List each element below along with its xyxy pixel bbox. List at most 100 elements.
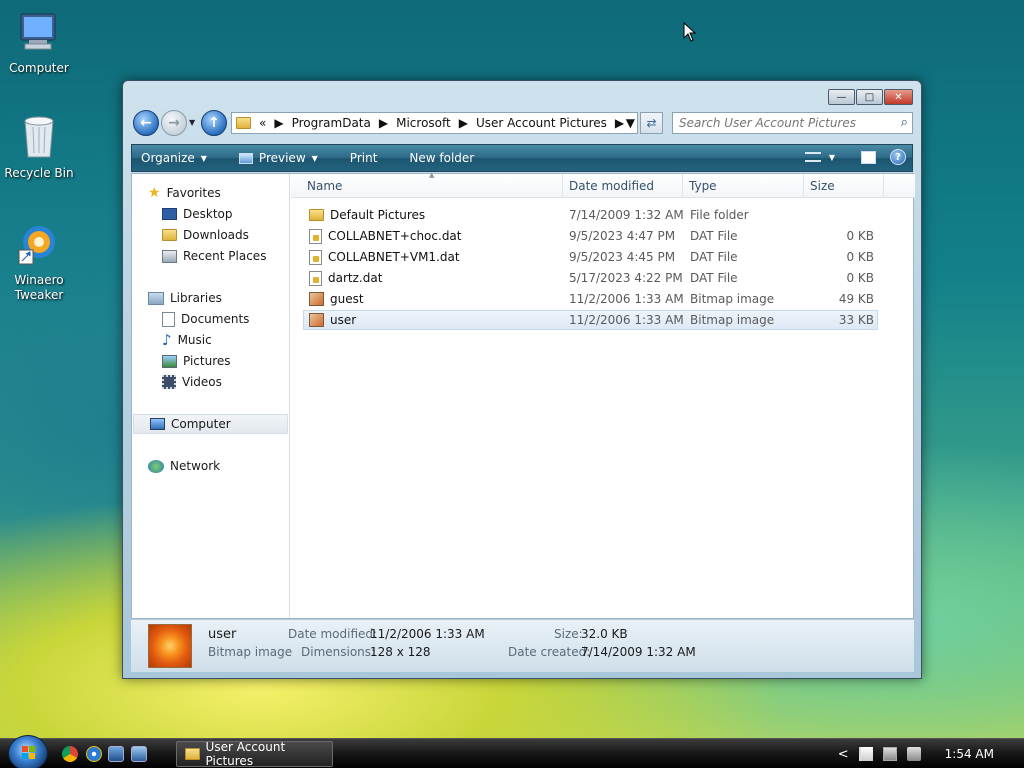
- nav-music[interactable]: ♪ Music: [162, 330, 212, 350]
- nav-documents[interactable]: Documents: [162, 309, 249, 329]
- breadcrumb-separator-icon[interactable]: ▶: [274, 116, 283, 130]
- organize-label: Organize: [141, 151, 195, 165]
- file-row[interactable]: COLLABNET+choc.dat 9/5/2023 4:47 PM DAT …: [303, 226, 878, 246]
- taskbar: User Account Pictures < 1:54 AM: [0, 735, 1024, 768]
- file-row[interactable]: COLLABNET+VM1.dat 9/5/2023 4:45 PM DAT F…: [303, 247, 878, 267]
- preview-pane-button[interactable]: [861, 150, 876, 164]
- file-row[interactable]: dartz.dat 5/17/2023 4:22 PM DAT File 0 K…: [303, 268, 878, 288]
- details-date-modified: 11/2/2006 1:33 AM: [370, 627, 485, 641]
- file-row[interactable]: Default Pictures 7/14/2009 1:32 AM File …: [303, 205, 878, 225]
- nav-libraries[interactable]: Libraries: [148, 288, 222, 308]
- recent-pages-dropdown[interactable]: ▼: [189, 118, 195, 127]
- nav-downloads[interactable]: Downloads: [162, 225, 249, 245]
- recent-places-icon: [162, 249, 177, 263]
- action-center-flag-icon[interactable]: [858, 747, 873, 761]
- nav-label: Desktop: [183, 207, 233, 221]
- minimize-button[interactable]: —: [828, 89, 855, 105]
- nav-label: Downloads: [183, 228, 249, 242]
- clock[interactable]: 1:54 AM: [945, 747, 994, 761]
- details-size-label: Size:: [554, 627, 583, 641]
- details-date-created-label: Date created:: [508, 645, 591, 659]
- desktop-icon-computer[interactable]: Computer: [1, 10, 77, 75]
- views-button[interactable]: ▼: [804, 152, 835, 162]
- dat-file-icon: [309, 249, 322, 265]
- column-header-date-modified[interactable]: Date modified: [563, 174, 683, 198]
- system-tray: < 1:54 AM: [838, 739, 1024, 768]
- windows-logo-icon: [22, 746, 35, 759]
- file-row-selected[interactable]: user 11/2/2006 1:33 AM Bitmap image 33 K…: [303, 310, 878, 330]
- forward-arrow-icon: →: [168, 115, 180, 131]
- volume-muted-icon[interactable]: [906, 747, 921, 761]
- nav-network[interactable]: Network: [148, 456, 220, 476]
- file-date: 11/2/2006 1:33 AM: [569, 313, 684, 327]
- search-box[interactable]: ⌕: [672, 112, 913, 134]
- back-button[interactable]: ←: [133, 110, 159, 136]
- column-label: Type: [689, 178, 717, 193]
- up-button[interactable]: ↑: [201, 110, 227, 136]
- explorer-window: — □ ✕ ← → ▼ ↑ « ▶ ProgramData ▶ Microsof…: [122, 80, 922, 679]
- breadcrumb-user-account-pictures[interactable]: User Account Pictures: [476, 116, 607, 130]
- breadcrumb-overflow[interactable]: «: [259, 116, 266, 130]
- breadcrumb-separator-icon[interactable]: ▶: [459, 116, 468, 130]
- nav-recent-places[interactable]: Recent Places: [162, 246, 266, 266]
- preview-button[interactable]: Preview ▼: [229, 151, 328, 165]
- back-arrow-icon: ←: [140, 115, 152, 131]
- address-dropdown-icon[interactable]: ▼: [626, 116, 635, 130]
- column-header-type[interactable]: Type: [683, 174, 804, 198]
- close-button[interactable]: ✕: [884, 89, 913, 105]
- taskbar-button-user-account-pictures[interactable]: User Account Pictures: [176, 740, 333, 768]
- nav-pictures[interactable]: Pictures: [162, 351, 231, 371]
- nav-favorites[interactable]: ★ Favorites: [148, 183, 221, 203]
- address-row: ← → ▼ ↑ « ▶ ProgramData ▶ Microsoft ▶ Us…: [131, 109, 913, 137]
- sort-ascending-icon: ▲: [429, 171, 435, 179]
- details-date-modified-label: Date modified:: [288, 627, 378, 641]
- column-header-size[interactable]: Size: [804, 174, 884, 198]
- search-icon[interactable]: ⌕: [901, 115, 908, 130]
- forward-button[interactable]: →: [161, 110, 187, 136]
- file-date: 9/5/2023 4:47 PM: [569, 229, 676, 243]
- maximize-button[interactable]: □: [856, 89, 883, 105]
- desktop-icon-winaero-tweaker[interactable]: Winaero Tweaker: [1, 222, 77, 303]
- details-dimensions: 128 x 128: [370, 645, 431, 659]
- internet-explorer-icon[interactable]: [86, 746, 102, 762]
- column-header-name[interactable]: Name ▲: [291, 171, 563, 198]
- show-hidden-icons-button[interactable]: <: [838, 747, 849, 762]
- chrome-icon[interactable]: [62, 746, 78, 762]
- breadcrumb-separator-icon[interactable]: ▶: [615, 116, 624, 130]
- start-button[interactable]: [8, 735, 48, 768]
- print-button[interactable]: Print: [340, 151, 388, 165]
- file-size: 0 KB: [846, 250, 874, 264]
- refresh-button[interactable]: ⇄: [640, 112, 663, 134]
- nav-label: Libraries: [170, 291, 222, 305]
- command-bar: Organize ▼ Preview ▼ Print New folder ▼ …: [131, 144, 913, 172]
- computer-icon: [1, 10, 77, 57]
- help-icon[interactable]: ?: [890, 149, 906, 165]
- search-input[interactable]: [679, 116, 884, 130]
- desktop-icon-recycle-bin[interactable]: Recycle Bin: [1, 113, 77, 180]
- new-folder-button[interactable]: New folder: [399, 151, 484, 165]
- nav-desktop[interactable]: Desktop: [162, 204, 233, 224]
- preview-label: Preview: [258, 151, 306, 165]
- show-desktop-icon[interactable]: [108, 746, 124, 762]
- address-bar[interactable]: « ▶ ProgramData ▶ Microsoft ▶ User Accou…: [231, 112, 638, 134]
- nav-videos[interactable]: Videos: [162, 372, 222, 392]
- column-label: Date modified: [569, 178, 655, 193]
- file-row[interactable]: guest 11/2/2006 1:33 AM Bitmap image 49 …: [303, 289, 878, 309]
- details-size: 32.0 KB: [581, 627, 628, 641]
- file-name: COLLABNET+choc.dat: [328, 229, 462, 243]
- organize-button[interactable]: Organize ▼: [132, 151, 217, 165]
- navigation-pane: ★ Favorites Desktop Downloads Recent Pla…: [132, 174, 290, 618]
- dat-file-icon: [309, 270, 322, 286]
- up-arrow-icon: ↑: [208, 115, 220, 131]
- breadcrumb-separator-icon[interactable]: ▶: [379, 116, 388, 130]
- file-name: COLLABNET+VM1.dat: [328, 250, 460, 264]
- desktop-icon-label: Recycle Bin: [4, 166, 74, 180]
- nav-label: Computer: [171, 417, 231, 431]
- nav-computer[interactable]: Computer: [133, 414, 288, 434]
- network-status-icon[interactable]: [882, 747, 897, 761]
- breadcrumb-microsoft[interactable]: Microsoft: [396, 116, 451, 130]
- switch-windows-icon[interactable]: [131, 746, 147, 762]
- file-size: 0 KB: [846, 271, 874, 285]
- details-file-name: user: [208, 627, 237, 642]
- breadcrumb-programdata[interactable]: ProgramData: [292, 116, 371, 130]
